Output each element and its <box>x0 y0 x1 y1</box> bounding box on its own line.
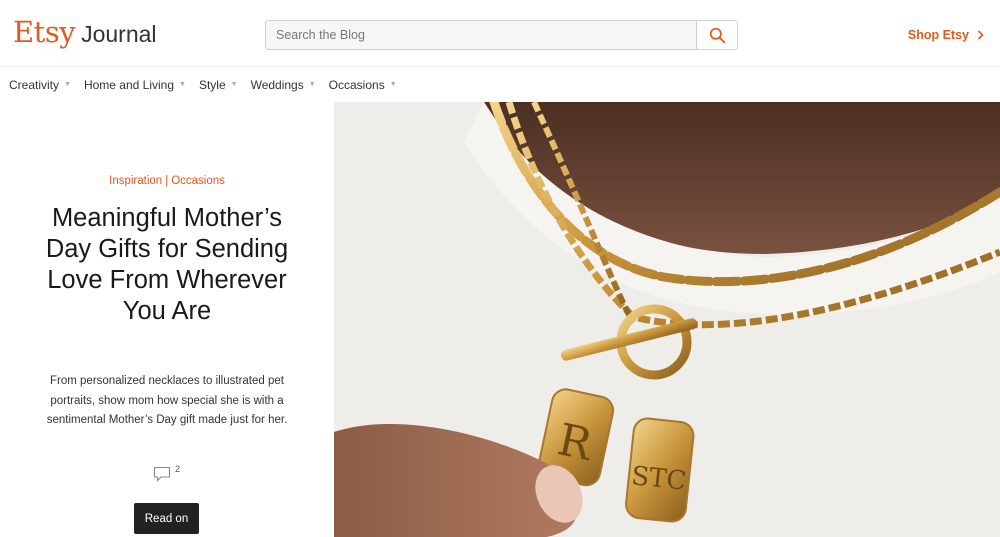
caret-down-icon: ▼ <box>64 81 71 88</box>
chevron-right-icon <box>977 30 984 40</box>
read-on-button[interactable]: Read on <box>134 503 199 534</box>
logo-etsy-text: Etsy <box>13 15 76 49</box>
search-bar <box>265 20 738 50</box>
comment-count-value: 2 <box>175 464 181 474</box>
nav-item-label: Home and Living <box>83 77 175 92</box>
nav-item-label: Occasions <box>328 77 385 92</box>
category-nav: Creativity ▼ Home and Living ▼ Style ▼ W… <box>0 67 1000 103</box>
caret-down-icon: ▼ <box>230 81 238 88</box>
article-excerpt: From personalized necklaces to illustrat… <box>46 375 288 426</box>
category-link-occasions[interactable]: Occasions <box>171 175 225 187</box>
site-header: Etsy Journal Shop Etsy <box>0 0 1000 67</box>
etsy-journal-logo[interactable]: Etsy Journal <box>13 15 157 49</box>
caret-down-icon: ▼ <box>179 81 186 88</box>
nav-item-label: Style <box>198 77 226 92</box>
comment-icon <box>153 466 171 482</box>
logo-journal-text: Journal <box>81 21 157 47</box>
feature-article-panel: Inspiration | Occasions Meaningful Mother’… <box>0 102 334 537</box>
caret-down-icon: ▼ <box>389 81 397 88</box>
hero-image[interactable]: R STC <box>334 102 1000 537</box>
nav-item-occasions[interactable]: Occasions ▼ <box>329 78 397 92</box>
article-categories: Inspiration | Occasions <box>0 175 334 187</box>
comment-count[interactable]: 2 <box>153 464 181 482</box>
shop-etsy-label: Shop Etsy <box>907 28 969 42</box>
nav-item-weddings[interactable]: Weddings ▼ <box>251 78 316 92</box>
search-icon <box>709 27 725 43</box>
necklace-photo-icon: R STC <box>334 102 1000 537</box>
search-input[interactable] <box>266 21 696 49</box>
nav-item-label: Weddings <box>250 77 304 92</box>
nav-item-creativity[interactable]: Creativity ▼ <box>9 78 71 92</box>
nav-item-home-and-living[interactable]: Home and Living ▼ <box>84 78 186 92</box>
category-separator: | <box>165 175 169 187</box>
search-button[interactable] <box>696 21 737 49</box>
nav-item-label: Creativity <box>9 77 60 92</box>
article-title[interactable]: Meaningful Mother’s Day Gifts for Sendin… <box>40 203 294 327</box>
shop-etsy-link[interactable]: Shop Etsy <box>908 28 984 42</box>
pendant-letters-stc: STC <box>630 461 688 497</box>
category-link-inspiration[interactable]: Inspiration <box>109 175 162 187</box>
nav-item-style[interactable]: Style ▼ <box>199 78 238 92</box>
caret-down-icon: ▼ <box>308 81 316 88</box>
